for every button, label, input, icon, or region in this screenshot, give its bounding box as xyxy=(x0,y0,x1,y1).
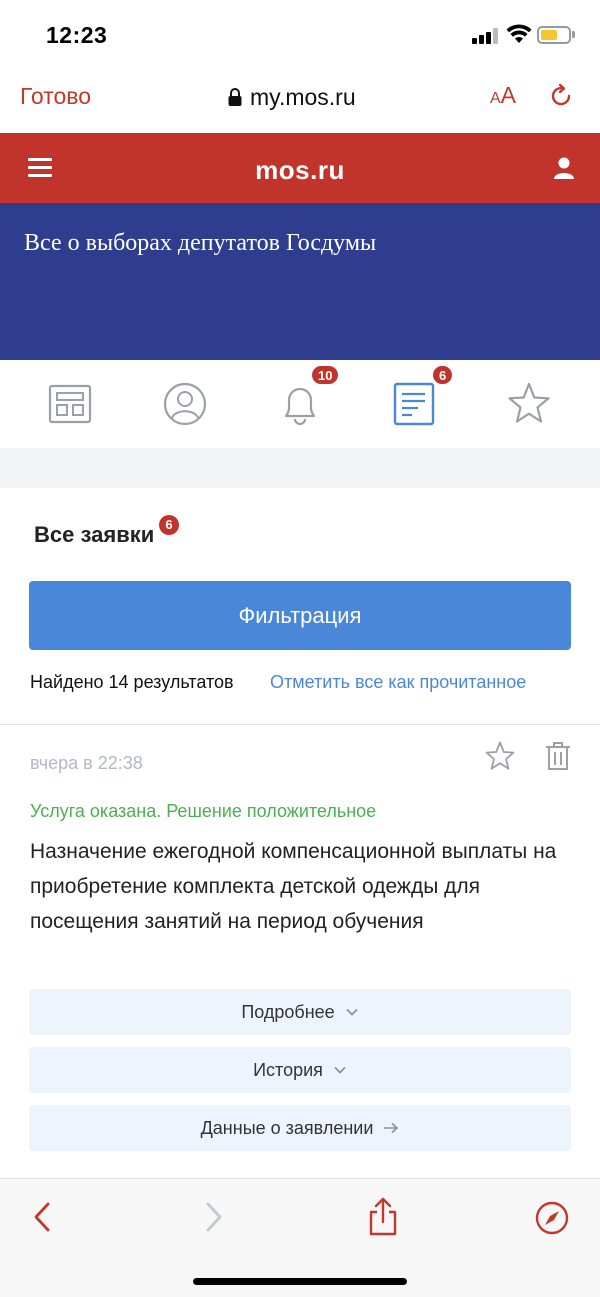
site-header: mos.ru xyxy=(0,133,600,203)
user-icon[interactable] xyxy=(554,157,574,179)
requests-count-badge: 6 xyxy=(159,515,179,535)
divider xyxy=(0,724,600,725)
request-date: вчера в 22:38 xyxy=(30,753,143,773)
chevron-down-icon xyxy=(334,1066,346,1074)
url-field[interactable]: my.mos.ru xyxy=(228,82,356,112)
profile-icon[interactable] xyxy=(162,380,208,428)
favorite-star-icon[interactable] xyxy=(484,740,516,772)
forward-icon xyxy=(206,1202,222,1232)
application-data-label: Данные о заявлении xyxy=(200,1117,374,1138)
filter-button[interactable]: Фильтрация xyxy=(29,581,571,650)
request-title[interactable]: Назначение ежегодной компенсационной вып… xyxy=(30,834,575,939)
cellular-signal-icon xyxy=(472,28,498,44)
notifications-icon[interactable] xyxy=(277,380,323,428)
text-size-small-label: A xyxy=(490,90,501,107)
mark-all-read-link[interactable]: Отметить все как прочитанное xyxy=(270,672,526,693)
text-size-button[interactable]: AA xyxy=(490,82,516,109)
history-toggle[interactable]: История xyxy=(29,1047,571,1093)
done-button[interactable]: Готово xyxy=(20,83,91,110)
all-requests-heading: Все заявки xyxy=(34,522,155,547)
share-icon[interactable] xyxy=(366,1197,400,1237)
requests-badge: 6 xyxy=(432,365,454,385)
account-icon-nav: 10 6 xyxy=(0,360,600,448)
wifi-icon xyxy=(506,24,532,43)
dashboard-icon[interactable] xyxy=(47,380,93,428)
details-toggle[interactable]: Подробнее xyxy=(29,989,571,1035)
results-count: Найдено 14 результатов xyxy=(30,672,234,692)
site-logo[interactable]: mos.ru xyxy=(0,155,600,186)
section-separator xyxy=(0,448,600,488)
home-indicator[interactable] xyxy=(193,1278,407,1285)
status-bar: 12:23 xyxy=(0,0,600,70)
chevron-down-icon xyxy=(346,1008,358,1016)
back-icon[interactable] xyxy=(32,1201,52,1233)
favorites-icon[interactable] xyxy=(506,380,552,428)
battery-cap xyxy=(572,31,575,38)
details-label: Подробнее xyxy=(241,1001,335,1022)
url-text: my.mos.ru xyxy=(250,83,356,110)
arrow-right-icon xyxy=(384,1122,399,1134)
requests-icon[interactable] xyxy=(392,380,438,428)
notifications-badge: 10 xyxy=(311,365,340,385)
reload-icon[interactable] xyxy=(548,83,574,109)
compass-icon[interactable] xyxy=(535,1201,569,1235)
application-data-link[interactable]: Данные о заявлении xyxy=(29,1105,571,1151)
request-status: Услуга оказана. Решение положительное xyxy=(30,801,377,821)
safari-address-bar: Готово my.mos.ru AA xyxy=(0,70,600,132)
status-time: 12:23 xyxy=(46,22,108,48)
lock-icon xyxy=(228,88,242,106)
trash-icon[interactable] xyxy=(544,740,572,772)
history-label: История xyxy=(253,1059,323,1080)
text-size-large-label: A xyxy=(500,82,517,108)
election-banner[interactable]: Все о выборах депутатов Госдумы xyxy=(0,203,600,360)
banner-title: Все о выборах депутатов Госдумы xyxy=(24,230,377,256)
battery-icon xyxy=(537,26,571,44)
